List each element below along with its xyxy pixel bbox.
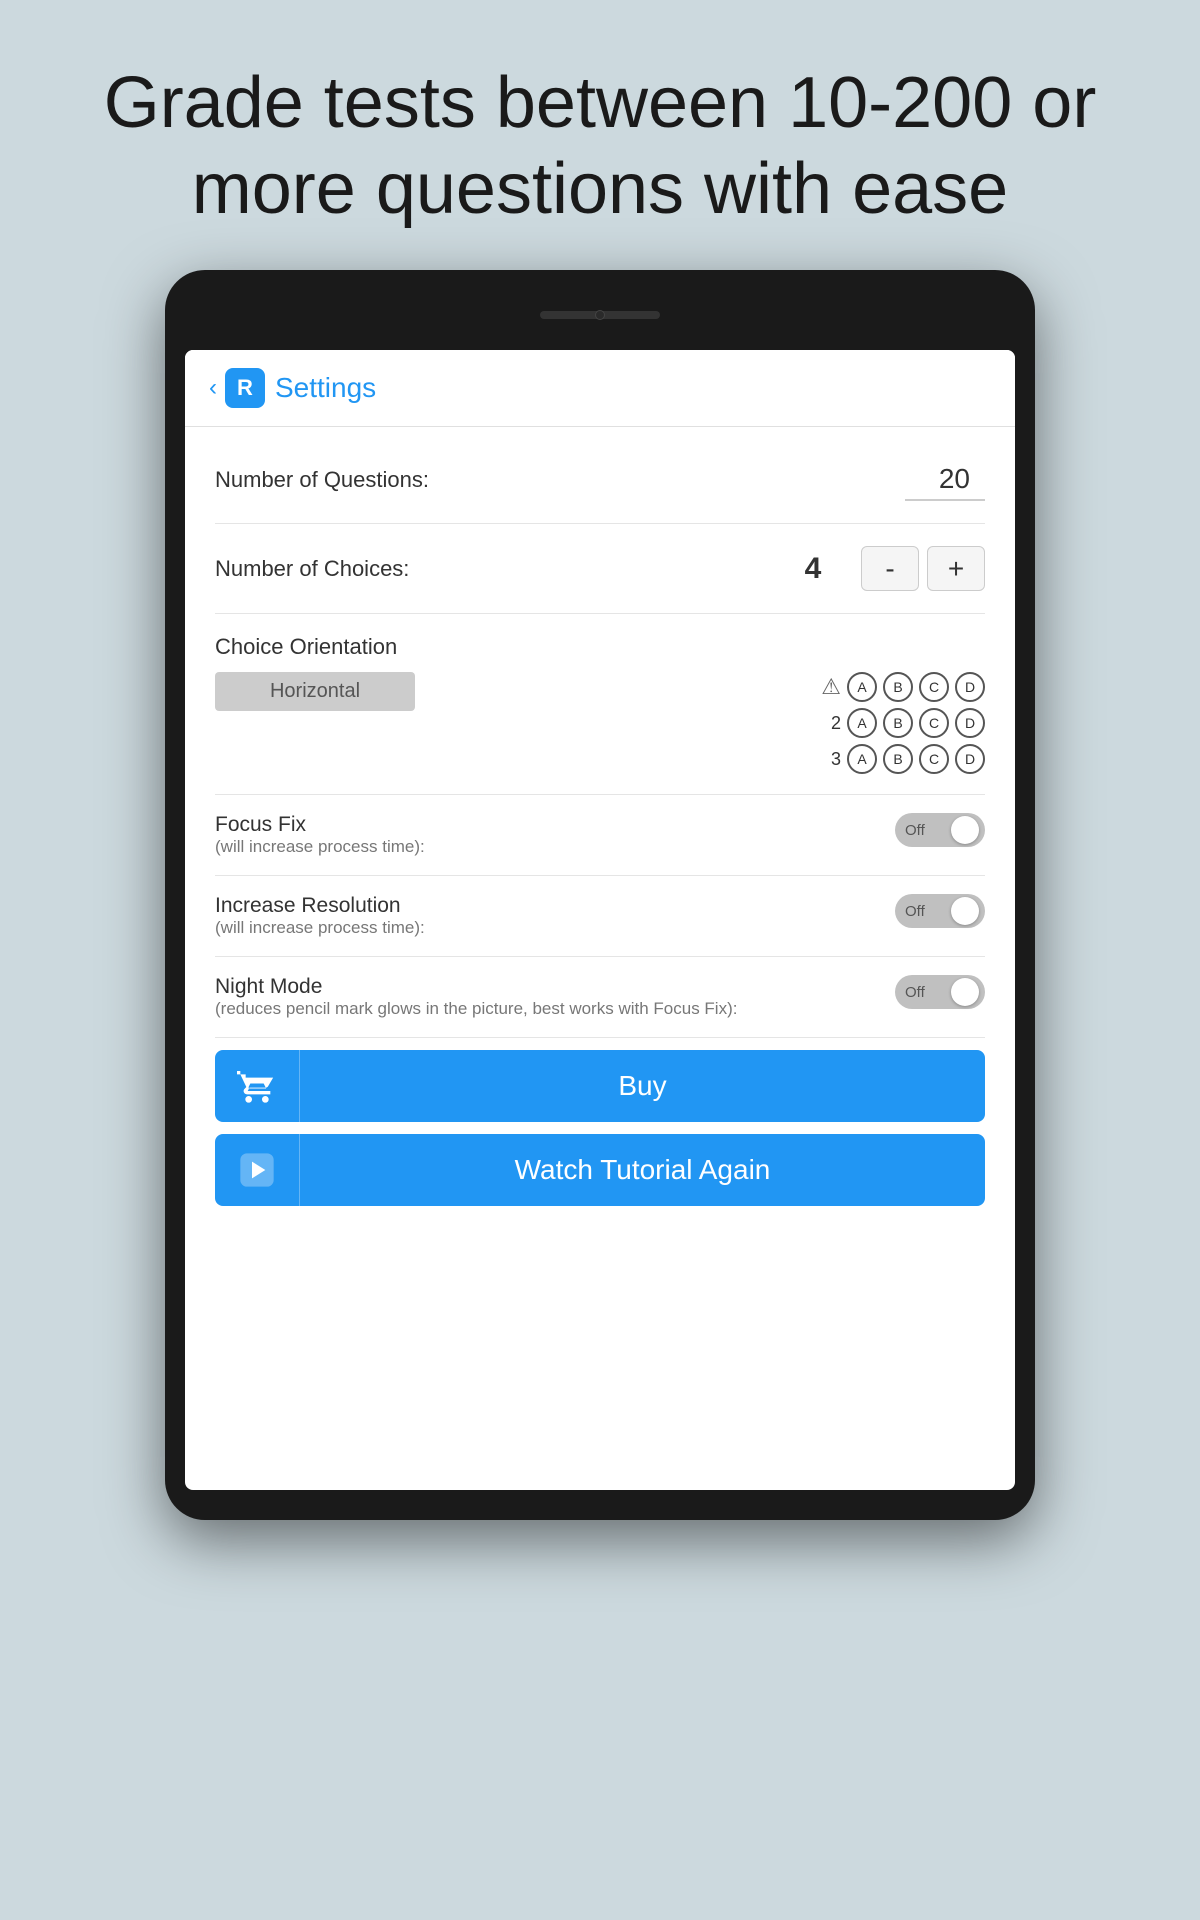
choice-orientation-label: Choice Orientation — [215, 634, 985, 660]
logo-letter: R — [237, 375, 253, 401]
tablet-camera — [595, 310, 605, 320]
preview-row-2: 2 A B C D — [821, 708, 985, 738]
choice-A-3: A — [847, 744, 877, 774]
buy-icon-area — [215, 1050, 300, 1122]
choices-value: 4 — [793, 552, 833, 586]
row-num-3: 3 — [821, 749, 841, 770]
tutorial-button-label: Watch Tutorial Again — [300, 1154, 985, 1186]
orientation-row: Horizontal ⚠ A B C D — [215, 672, 985, 774]
focus-fix-label: Focus Fix — [215, 813, 895, 837]
orientation-left: Horizontal — [215, 672, 590, 711]
increase-resolution-text: Increase Resolution (will increase proce… — [215, 894, 895, 938]
number-of-questions-input[interactable] — [905, 459, 985, 501]
cart-icon — [237, 1066, 277, 1106]
number-of-questions-label: Number of Questions: — [215, 467, 905, 493]
night-mode-row: Night Mode (reduces pencil mark glows in… — [215, 957, 985, 1038]
night-mode-sub: (reduces pencil mark glows in the pictur… — [215, 999, 895, 1019]
tutorial-button[interactable]: Watch Tutorial Again — [215, 1134, 985, 1206]
number-of-choices-label: Number of Choices: — [215, 556, 793, 582]
preview-row-3: 3 A B C D — [821, 744, 985, 774]
app-logo: R — [225, 368, 265, 408]
choice-B-1: B — [883, 672, 913, 702]
choice-preview: ⚠ A B C D 2 A B C — [610, 672, 985, 774]
settings-content: Number of Questions: Number of Choices: … — [185, 427, 1015, 1228]
page-headline: Grade tests between 10-200 or more quest… — [0, 0, 1200, 273]
night-mode-knob — [951, 978, 979, 1006]
increase-resolution-toggle[interactable]: Off — [895, 894, 985, 928]
focus-fix-text: Focus Fix (will increase process time): — [215, 813, 895, 857]
stepper-group: 4 - + — [793, 546, 985, 591]
choice-C-3: C — [919, 744, 949, 774]
choice-D-1: D — [955, 672, 985, 702]
choice-D-3: D — [955, 744, 985, 774]
tablet-top-bar — [185, 290, 1015, 340]
night-mode-label: Night Mode — [215, 975, 895, 999]
headline-line2: more questions with ease — [192, 149, 1008, 229]
choice-A-1: A — [847, 672, 877, 702]
action-buttons: Buy Watch Tutorial Again — [215, 1038, 985, 1218]
tablet-device: ‹ R Settings Number of Questions: Number… — [165, 270, 1035, 1520]
night-mode-text: Night Mode (reduces pencil mark glows in… — [215, 975, 895, 1019]
play-icon — [237, 1150, 277, 1190]
choice-C-1: C — [919, 672, 949, 702]
number-of-choices-row: Number of Choices: 4 - + — [215, 524, 985, 614]
app-title: Settings — [275, 372, 376, 404]
increase-resolution-knob — [951, 897, 979, 925]
focus-fix-row: Focus Fix (will increase process time): … — [215, 795, 985, 876]
focus-fix-toggle[interactable]: Off — [895, 813, 985, 847]
choice-C-2: C — [919, 708, 949, 738]
plus-button[interactable]: + — [927, 546, 985, 591]
night-mode-state: Off — [905, 984, 925, 1001]
horizontal-button[interactable]: Horizontal — [215, 672, 415, 711]
buy-button[interactable]: Buy — [215, 1050, 985, 1122]
choice-B-2: B — [883, 708, 913, 738]
tablet-outer: ‹ R Settings Number of Questions: Number… — [165, 270, 1035, 1520]
preview-row-1: ⚠ A B C D — [821, 672, 985, 702]
increase-resolution-row: Increase Resolution (will increase proce… — [215, 876, 985, 957]
buy-button-label: Buy — [300, 1070, 985, 1102]
choice-orientation-section: Choice Orientation Horizontal ⚠ A B C — [215, 614, 985, 795]
headline-line1: Grade tests between 10-200 or — [104, 63, 1097, 143]
increase-resolution-state: Off — [905, 903, 925, 920]
focus-fix-state: Off — [905, 822, 925, 839]
tutorial-icon-area — [215, 1134, 300, 1206]
focus-fix-knob — [951, 816, 979, 844]
minus-button[interactable]: - — [861, 546, 919, 591]
tablet-screen: ‹ R Settings Number of Questions: Number… — [185, 350, 1015, 1490]
increase-resolution-sub: (will increase process time): — [215, 918, 895, 938]
focus-fix-sub: (will increase process time): — [215, 837, 895, 857]
row-num-2: 2 — [821, 713, 841, 734]
choice-D-2: D — [955, 708, 985, 738]
night-mode-toggle[interactable]: Off — [895, 975, 985, 1009]
choice-A-2: A — [847, 708, 877, 738]
warning-icon: ⚠ — [821, 674, 841, 700]
increase-resolution-label: Increase Resolution — [215, 894, 895, 918]
back-arrow-icon[interactable]: ‹ — [209, 374, 217, 402]
choice-B-3: B — [883, 744, 913, 774]
number-of-questions-row: Number of Questions: — [215, 437, 985, 524]
app-header: ‹ R Settings — [185, 350, 1015, 427]
